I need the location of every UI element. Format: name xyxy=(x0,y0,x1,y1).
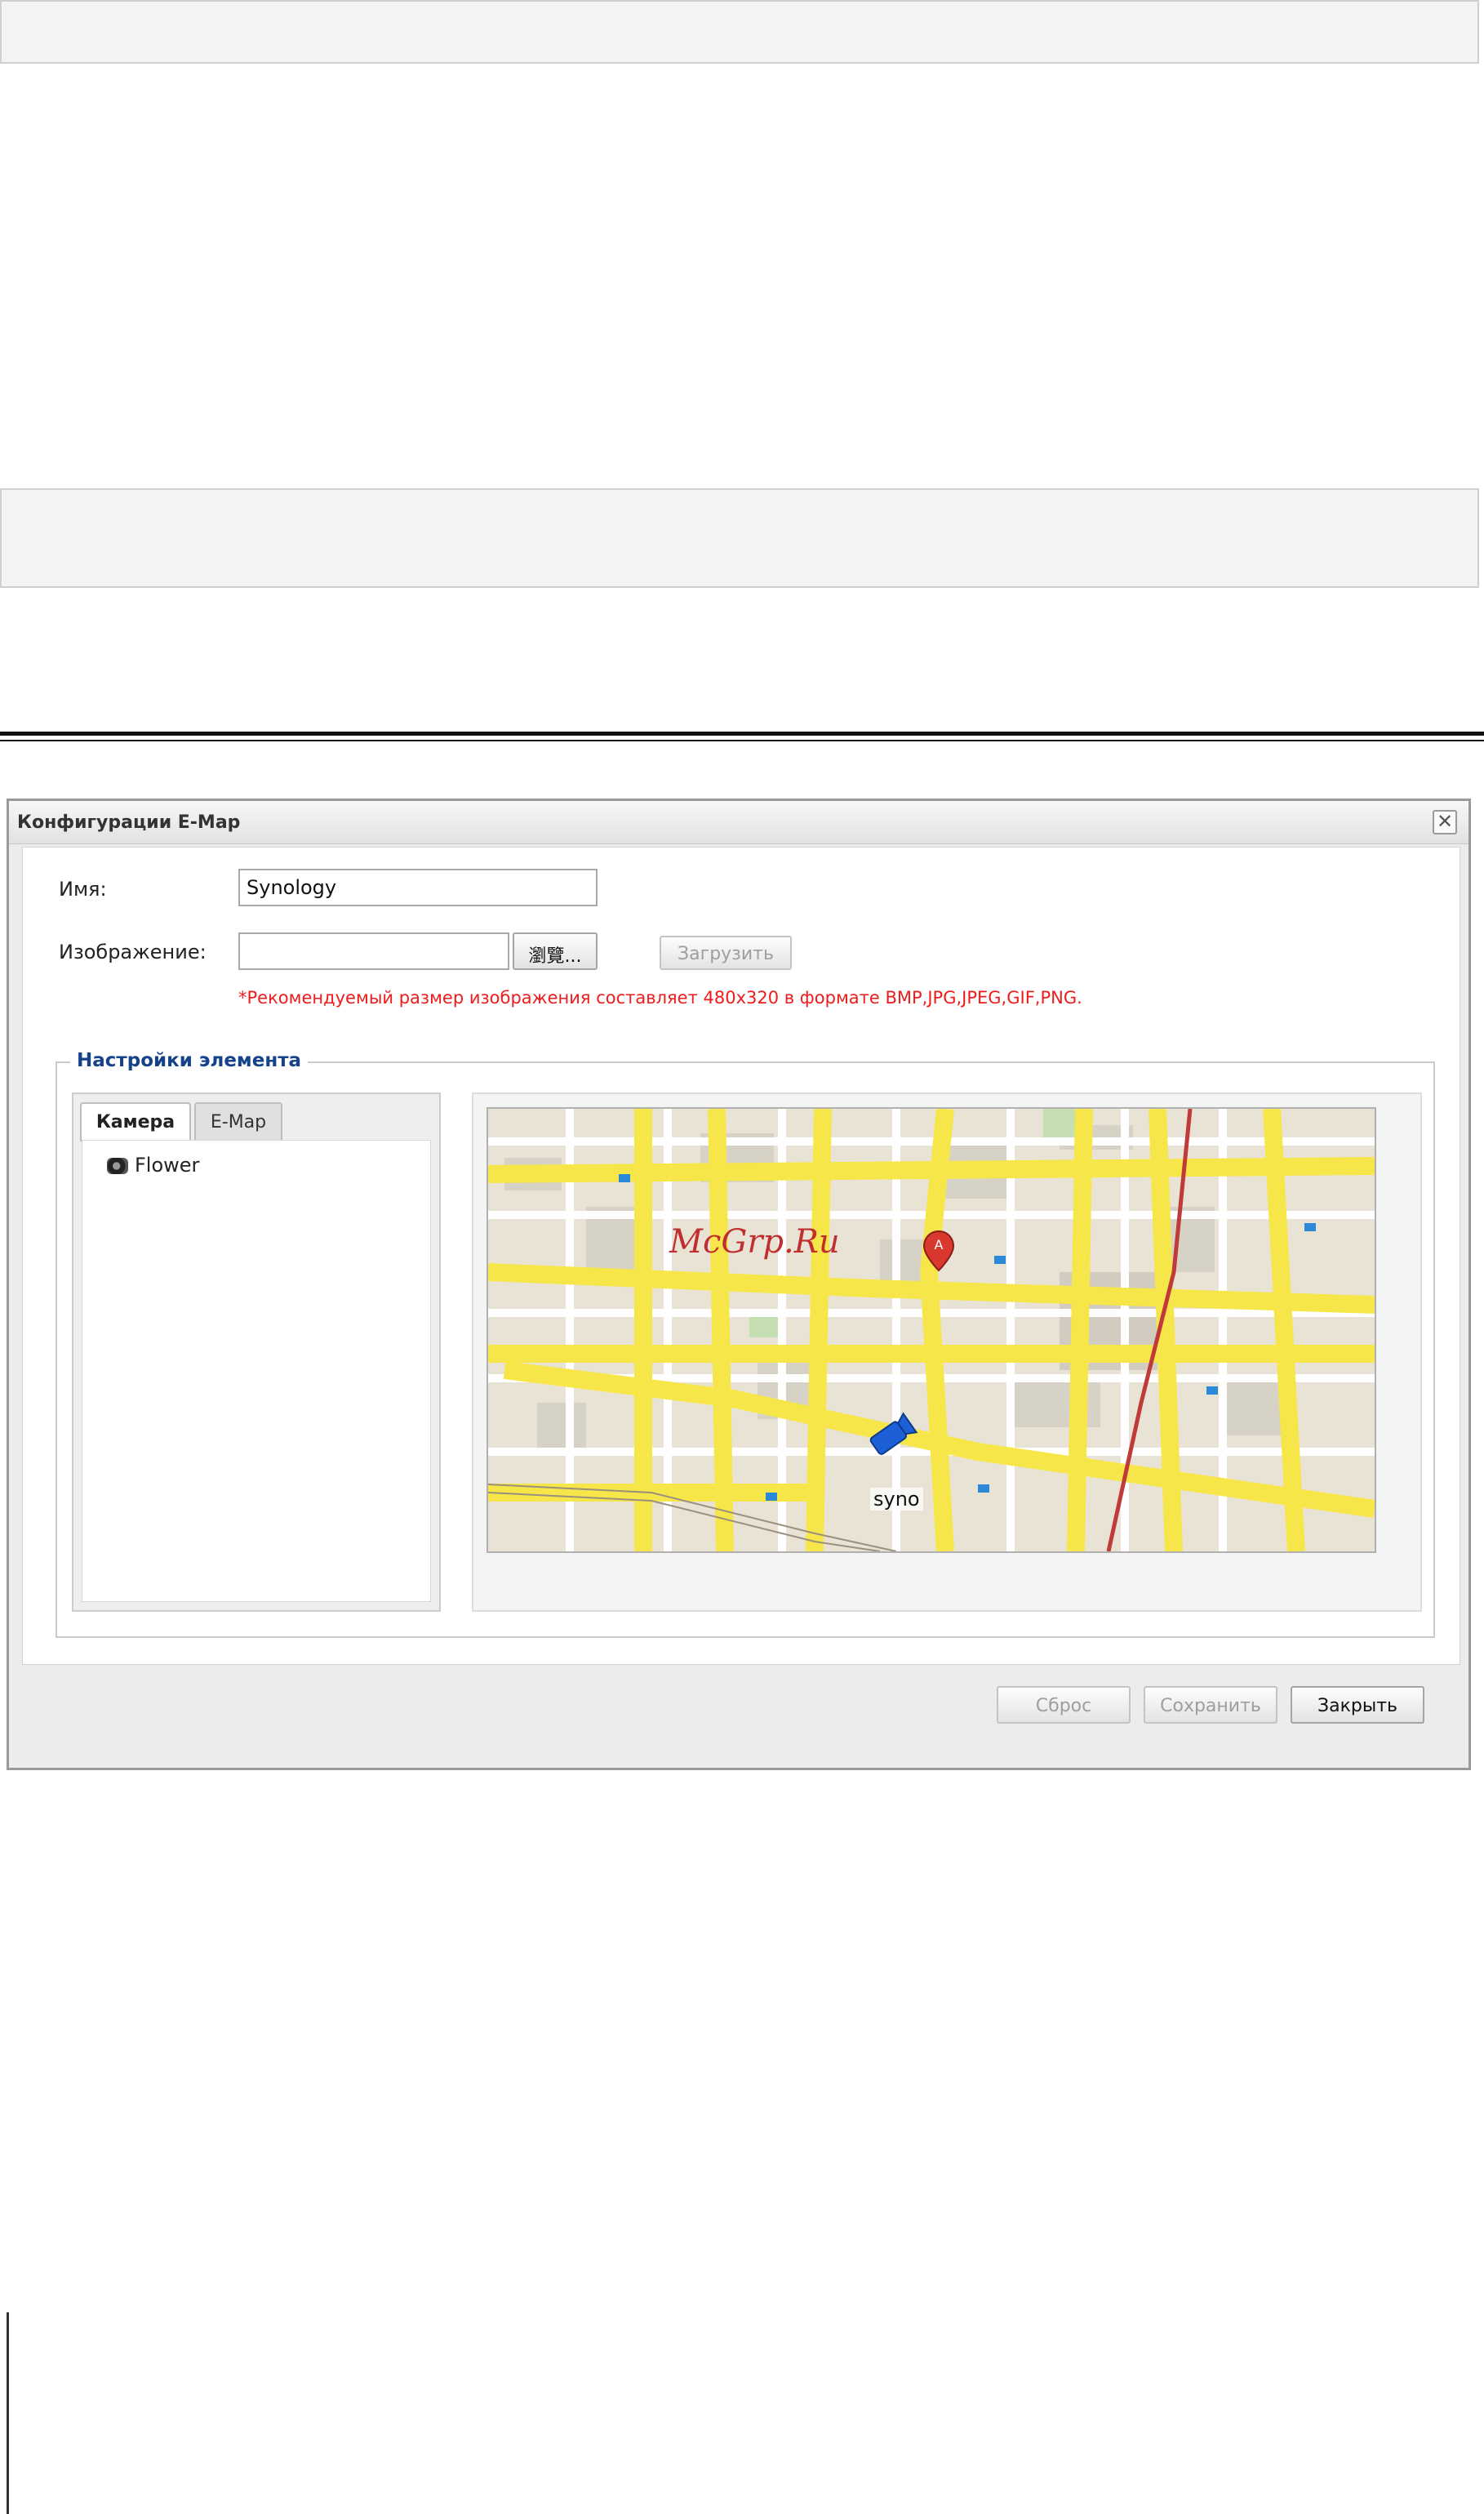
dialog-body: Имя: Изображение: 瀏覽... Загрузить *Реком… xyxy=(22,847,1460,1665)
divider-thick xyxy=(0,732,1484,736)
image-path-input[interactable] xyxy=(238,932,509,970)
image-label: Изображение: xyxy=(59,941,207,963)
emap-config-dialog: Конфигурации E-Map ✕ Имя: Изображение: 瀏… xyxy=(7,799,1471,1770)
element-list-panel: Камера E-Map Flower xyxy=(72,1092,441,1612)
element-settings-legend: Настройки элемента xyxy=(70,1050,309,1071)
camera-marker-label: syno xyxy=(870,1488,923,1511)
divider-thin xyxy=(0,740,1484,741)
svg-text:A: A xyxy=(935,1237,944,1253)
dialog-title: Конфигурации E-Map xyxy=(17,812,241,833)
map-image[interactable]: A McGrp.Ru syno xyxy=(487,1107,1376,1553)
browse-button[interactable]: 瀏覽... xyxy=(513,932,598,970)
tree-item-flower[interactable]: Flower xyxy=(107,1154,199,1177)
close-button[interactable]: Закрыть xyxy=(1291,1686,1424,1724)
top-gray-bar xyxy=(0,0,1479,64)
image-size-hint: *Рекомендуемый размер изображения состав… xyxy=(238,988,1082,1008)
save-button[interactable]: Сохранить xyxy=(1144,1686,1277,1724)
tab-camera[interactable]: Камера xyxy=(80,1102,191,1141)
name-input[interactable] xyxy=(238,869,598,906)
map-preview-panel: A McGrp.Ru syno xyxy=(472,1092,1422,1612)
close-icon[interactable]: ✕ xyxy=(1433,810,1457,834)
dialog-titlebar: Конфигурации E-Map ✕ xyxy=(9,801,1468,844)
left-margin-line xyxy=(7,2312,9,2514)
upload-button[interactable]: Загрузить xyxy=(660,936,792,970)
reset-button[interactable]: Сброс xyxy=(997,1686,1131,1724)
dialog-footer: Сброс Сохранить Закрыть xyxy=(9,1671,1468,1768)
element-settings-group: Настройки элемента Камера E-Map Flower A… xyxy=(56,1050,1435,1638)
street-map: A xyxy=(488,1109,1375,1551)
map-watermark: McGrp.Ru xyxy=(669,1223,840,1261)
name-label: Имя: xyxy=(59,878,107,901)
camera-tree: Flower xyxy=(82,1140,431,1602)
tab-emap[interactable]: E-Map xyxy=(194,1102,282,1140)
camera-icon xyxy=(107,1158,128,1174)
middle-gray-bar xyxy=(0,488,1479,588)
tree-item-label: Flower xyxy=(135,1154,200,1177)
